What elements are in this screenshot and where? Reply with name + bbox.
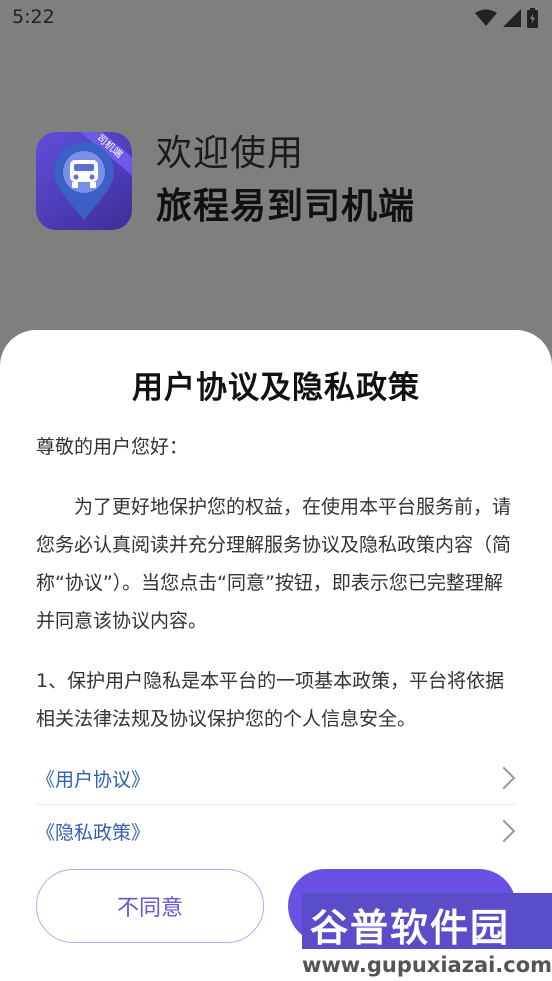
wifi-icon [475,9,497,27]
battery-charging-icon [527,8,538,28]
status-icons [475,8,538,28]
agreement-dialog: 用户协议及隐私政策 尊敬的用户您好： 为了更好地保护您的权益，在使用本平台服务前… [0,330,552,981]
chevron-right-icon [492,819,516,843]
agreement-paragraph: 1、保护用户隐私是本平台的一项基本政策，平台将依据相关法律法规及协议保护您的个人… [36,670,505,730]
watermark-title: 谷普软件园 [310,906,511,950]
app-logo-icon: 司机端 [36,132,132,230]
signal-icon [503,9,521,27]
privacy-policy-label: 《隐私政策》 [36,821,151,844]
app-name: 旅程易到司机端 [156,186,416,227]
app-header: 司机端 欢迎使用 旅程易到司机端 [36,132,516,232]
disagree-button[interactable]: 不同意 [36,869,264,943]
agreement-paragraph: 为了更好地保护您的权益，在使用本平台服务前，请您务必认真阅读并充分理解服务协议及… [36,496,512,632]
user-agreement-label: 《用户协议》 [36,768,151,791]
dialog-title: 用户协议及隐私政策 [132,370,420,406]
chevron-right-icon [492,766,516,790]
agreement-content[interactable]: 尊敬的用户您好： 为了更好地保护您的权益，在使用本平台服务前，请您务必认真阅读并… [36,428,518,732]
watermark: 谷普软件园 www.gupuxiazai.com [302,893,552,981]
watermark-banner: 谷普软件园 [302,893,552,950]
privacy-policy-link[interactable]: 《隐私政策》 [36,805,516,857]
status-time: 5:22 [12,6,55,28]
greeting-text: 尊敬的用户您好： [36,436,189,458]
status-bar: 5:22 [0,0,552,38]
user-agreement-link[interactable]: 《用户协议》 [36,752,516,805]
welcome-text: 欢迎使用 [156,133,305,174]
watermark-url: www.gupuxiazai.com [302,949,552,981]
